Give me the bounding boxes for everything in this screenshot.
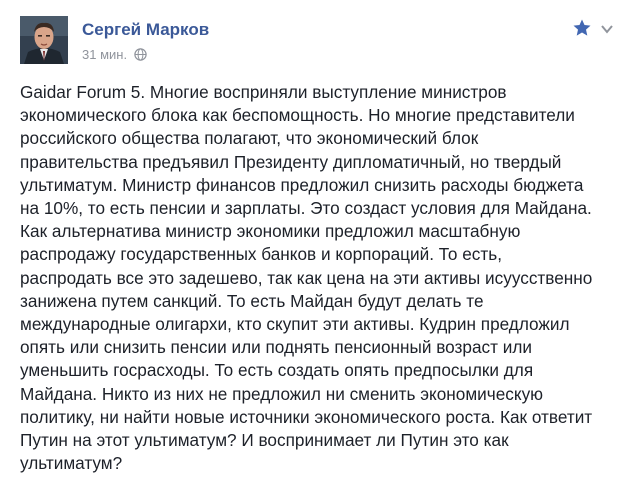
post-text-line: распродажу государственных банков и корп… bbox=[20, 244, 502, 265]
post-text-line: опять или снизить пенсии или поднять пен… bbox=[20, 337, 532, 358]
avatar[interactable] bbox=[20, 16, 68, 64]
avatar-photo bbox=[20, 16, 68, 64]
post-text-line: Майдана. Никто из них не предложил ни см… bbox=[20, 383, 544, 404]
post-text-line: экономического блока как беспомощность. … bbox=[20, 105, 575, 126]
post-text-line: распродать все это задешево, так как цен… bbox=[20, 267, 593, 288]
post-meta: 31 мин. bbox=[82, 47, 147, 62]
chevron-down-icon[interactable] bbox=[600, 22, 614, 34]
post-text-line: Как альтернатива министр экономики предл… bbox=[20, 221, 521, 242]
post-text-line: ультиматум. Министр финансов предложил с… bbox=[20, 174, 584, 195]
post-text-line: российского общества полагают, что эконо… bbox=[20, 128, 479, 149]
post-text-line: правительства предъявил Президенту дипло… bbox=[20, 151, 562, 172]
globe-icon[interactable] bbox=[134, 48, 147, 61]
post-text-line: Путин на этот ультиматум? И воспринимает… bbox=[20, 430, 509, 451]
author-name-link[interactable]: Сергей Марков bbox=[82, 20, 209, 40]
post-text-line: международные олигархи, кто скупит эти а… bbox=[20, 314, 570, 335]
post-text-line: ультиматум? bbox=[20, 453, 123, 474]
post-text-line: на 10%, то есть пенсии и зарплаты. Это с… bbox=[20, 198, 592, 219]
post-text-line: уменьшить госрасходы. То есть создать оп… bbox=[20, 360, 534, 381]
post-timestamp[interactable]: 31 мин. bbox=[82, 47, 127, 62]
post-body: Gaidar Forum 5. Многие восприняли выступ… bbox=[20, 81, 616, 475]
post-text-line: Gaidar Forum 5. Многие восприняли выступ… bbox=[20, 82, 507, 102]
post-text-line: занижена путем санкций. То есть Майдан б… bbox=[20, 290, 484, 311]
star-icon[interactable] bbox=[572, 18, 592, 38]
post-text-line: политику, ни найти новые источники эконо… bbox=[20, 406, 593, 427]
post-card: Сергей Марков 31 мин. Gaidar Forum 5. Мн… bbox=[0, 0, 624, 496]
